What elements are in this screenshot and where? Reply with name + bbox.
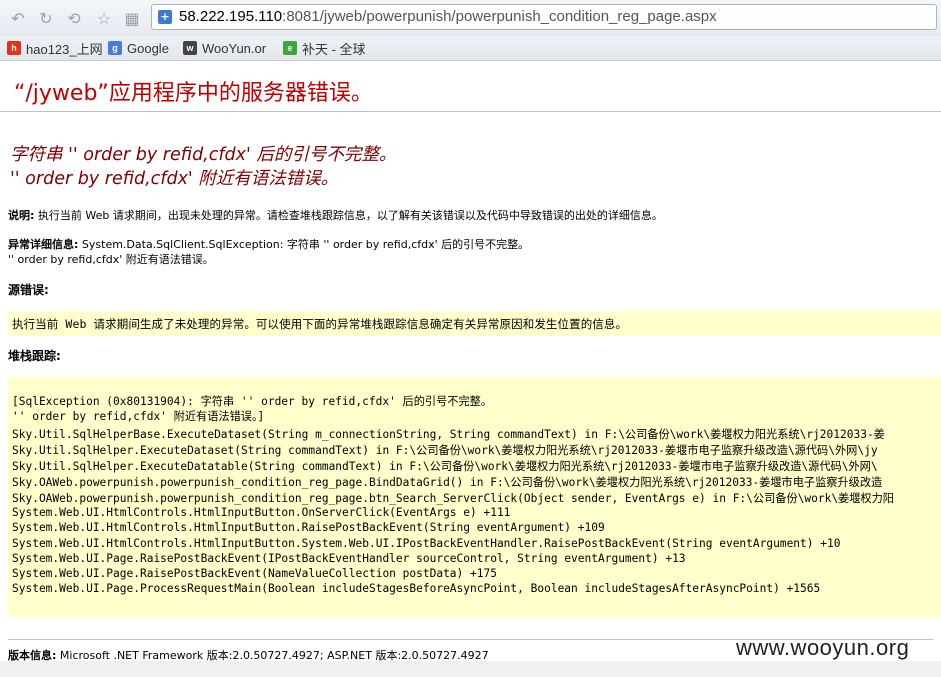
exception-text: System.Data.SqlClient.SqlException: 字符串 … xyxy=(78,238,530,251)
source-error-label: 源错误: xyxy=(8,283,49,297)
bookmark-butian[interactable]: e 补天 - 全球 xyxy=(283,39,366,57)
stack-line: Sky.Util.SqlHelper.ExecuteDatatable(Stri… xyxy=(12,460,878,473)
back-icon[interactable]: ↶ xyxy=(8,8,28,28)
bookmark-wooyun[interactable]: w WooYun.or xyxy=(183,39,266,57)
source-error-box: 执行当前 Web 请求期间生成了未处理的异常。可以使用下面的异常堆栈跟踪信息确定… xyxy=(8,311,941,336)
url-host: 58.222.195.110 xyxy=(179,8,283,25)
bookmark-hao123[interactable]: h hao123_上网 xyxy=(7,39,103,57)
stack-line: System.Web.UI.HtmlControls.HtmlInputButt… xyxy=(12,506,511,519)
bookmark-label: 补天 - 全球 xyxy=(302,41,366,57)
watermark: www.wooyun.org xyxy=(736,635,910,660)
wooyun-icon: w xyxy=(183,41,197,55)
stack-trace-box: [SqlException (0x80131904): 字符串 '' order… xyxy=(8,377,941,617)
source-error-text: 执行当前 Web 请求期间生成了未处理的异常。可以使用下面的异常堆栈跟踪信息确定… xyxy=(12,317,628,331)
hao123-icon: h xyxy=(7,41,21,55)
address-bar[interactable]: + 58.222.195.110:8081/jyweb/powerpunish/… xyxy=(151,4,937,30)
butian-icon: e xyxy=(283,41,297,55)
url-text[interactable]: 58.222.195.110:8081/jyweb/powerpunish/po… xyxy=(179,8,717,25)
title-divider xyxy=(0,111,941,112)
stack-line: '' order by refid,cfdx' 附近有语法错误。] xyxy=(12,410,265,423)
refresh-icon[interactable]: ↻ xyxy=(36,8,56,28)
horizontal-scrollbar[interactable] xyxy=(0,661,941,677)
bookmark-label: Google xyxy=(127,40,169,56)
stack-line: [SqlException (0x80131904): 字符串 '' order… xyxy=(12,395,493,408)
stack-line: System.Web.UI.Page.ProcessRequestMain(Bo… xyxy=(12,582,821,595)
browser-toolbar: ↶ ↻ ⟲ ☆ ▦ + 58.222.195.110:8081/jyweb/po… xyxy=(0,0,941,36)
exception-text-line2: '' order by refid,cfdx' 附近有语法错误。 xyxy=(8,253,214,266)
page-title: “/jyweb”应用程序中的服务器错误。 xyxy=(14,81,373,106)
stack-line: System.Web.UI.Page.RaisePostBackEvent(Na… xyxy=(12,567,497,580)
bookmark-google[interactable]: g Google xyxy=(108,39,169,57)
error-message-line2: '' order by refid,cfdx' 附近有语法错误。 xyxy=(10,169,339,189)
bookmark-label: WooYun.or xyxy=(202,40,267,56)
stack-line: Sky.OAWeb.powerpunish.powerpunish_condit… xyxy=(12,492,894,505)
stack-line: Sky.Util.SqlHelper.ExecuteDataset(String… xyxy=(12,444,878,457)
description-text: 执行当前 Web 请求期间，出现未处理的异常。请检查堆栈跟踪信息，以了解有关该错… xyxy=(34,209,663,222)
stack-line: Sky.Util.SqlHelperBase.ExecuteDataset(St… xyxy=(12,428,885,441)
error-message-line1: 字符串 '' order by refid,cfdx' 后的引号不完整。 xyxy=(10,145,397,165)
exception-label: 异常详细信息: xyxy=(8,238,79,251)
stack-line: System.Web.UI.Page.RaisePostBackEvent(IP… xyxy=(12,552,686,565)
url-path: :8081/jyweb/powerpunish/powerpunish_cond… xyxy=(282,8,717,25)
undo-icon[interactable]: ⟲ xyxy=(64,8,84,28)
stack-line: System.Web.UI.HtmlControls.HtmlInputButt… xyxy=(12,537,841,550)
google-icon: g xyxy=(108,41,122,55)
bookmark-label: hao123_上网 xyxy=(26,41,103,57)
stack-line: Sky.OAWeb.powerpunish.powerpunish_condit… xyxy=(12,476,883,489)
stack-line: System.Web.UI.HtmlControls.HtmlInputButt… xyxy=(12,521,605,534)
page-content: “/jyweb”应用程序中的服务器错误。 字符串 '' order by ref… xyxy=(0,61,941,677)
bookmarks-bar: h hao123_上网 g Google w WooYun.or e 补天 - … xyxy=(0,36,941,61)
description: 说明: 执行当前 Web 请求期间，出现未处理的异常。请检查堆栈跟踪信息，以了解… xyxy=(8,207,663,223)
description-label: 说明: xyxy=(8,209,35,222)
star-icon[interactable]: ☆ xyxy=(94,8,114,28)
apps-grid-icon[interactable]: ▦ xyxy=(122,8,142,28)
site-shield-icon: + xyxy=(158,10,172,24)
exception-details: 异常详细信息: System.Data.SqlClient.SqlExcepti… xyxy=(8,236,529,252)
stack-trace-label: 堆栈跟踪: xyxy=(8,349,61,363)
